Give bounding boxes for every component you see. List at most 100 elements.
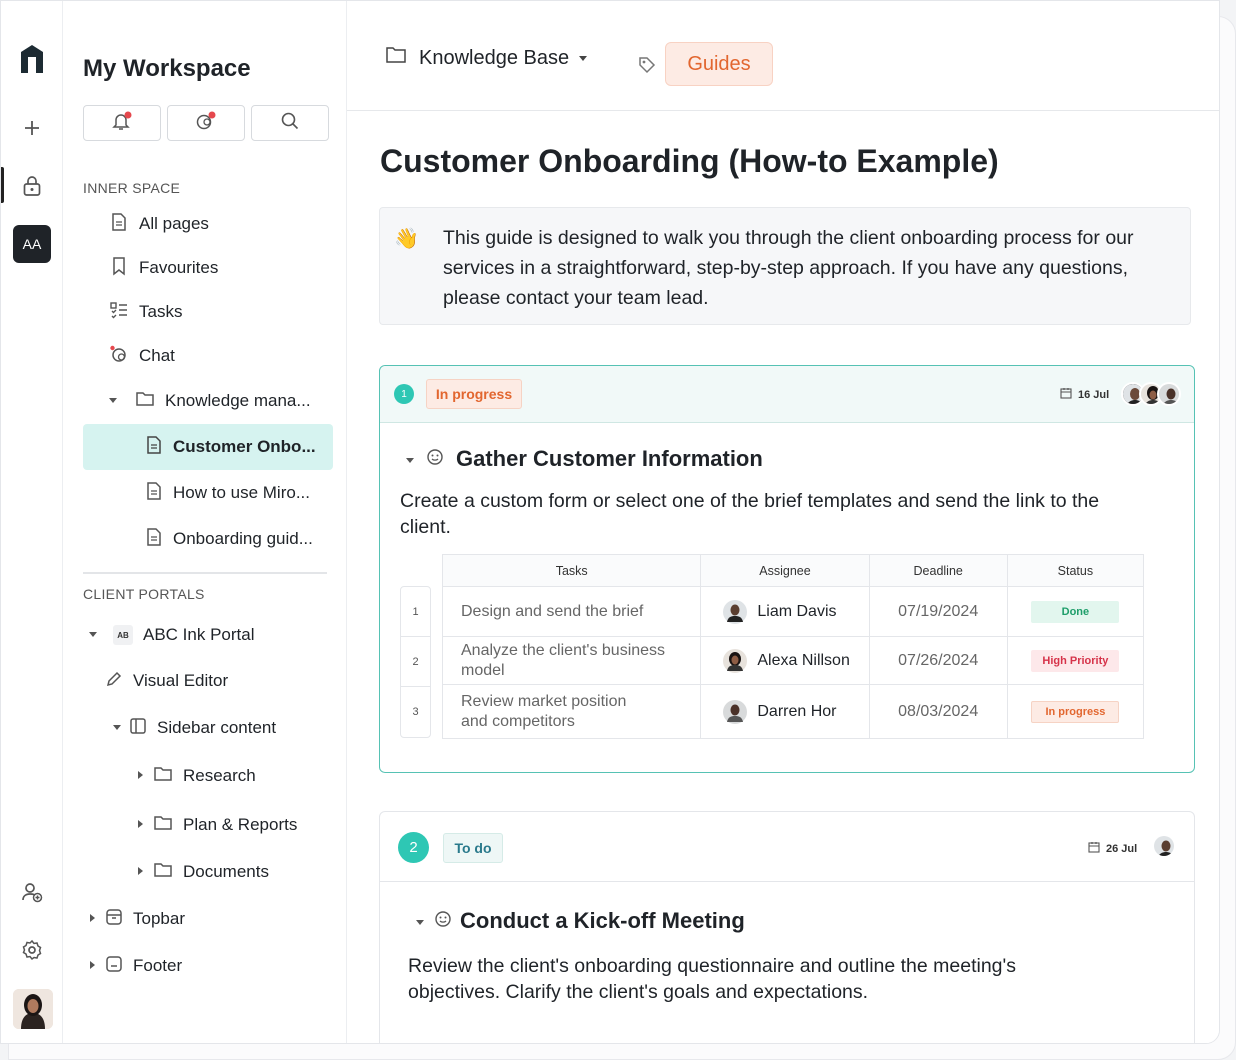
search-button[interactable] xyxy=(251,105,329,141)
status-cell[interactable]: In progress xyxy=(1006,684,1145,739)
active-indicator xyxy=(1,167,4,203)
row-number: 1 xyxy=(401,587,430,637)
nav-favourites[interactable]: Favourites xyxy=(109,250,218,286)
tree-how-to-use-miro[interactable]: How to use Miro... xyxy=(145,475,310,511)
step-card-1: 1 In progress 16 Jul Gather Customer Inf… xyxy=(379,365,1195,773)
step-description: Review the client's onboarding questionn… xyxy=(408,955,1017,1003)
portal-topbar[interactable]: Topbar xyxy=(87,901,185,937)
nav-tasks[interactable]: Tasks xyxy=(109,294,182,330)
smile-icon xyxy=(426,446,444,472)
step-description: Create a custom form or select one of th… xyxy=(400,490,1100,538)
user-initials-avatar[interactable]: AA xyxy=(13,225,51,263)
portal-label: ABC Ink Portal xyxy=(143,625,255,644)
assignee-name: Liam Davis xyxy=(757,602,837,620)
due-date[interactable]: 26 Jul xyxy=(1088,841,1137,856)
folder-icon xyxy=(135,390,155,413)
app-rail: AA xyxy=(1,1,63,1043)
table-row[interactable]: Analyze the client's business model Alex… xyxy=(441,636,1145,685)
tag-icon xyxy=(637,55,657,80)
callout-text: This guide is designed to walk you throu… xyxy=(443,227,1134,309)
caret-right-icon xyxy=(135,766,145,786)
logo-icon[interactable] xyxy=(19,43,45,80)
step-number: 2 xyxy=(398,832,429,863)
caret-down-icon xyxy=(87,625,99,645)
col-header-tasks[interactable]: Tasks xyxy=(441,554,702,587)
assignee-cell[interactable]: Darren Hor xyxy=(700,684,870,739)
tree-label: Customer Onbo... xyxy=(173,437,316,456)
calendar-icon xyxy=(1088,841,1100,856)
portal-sidebar-content[interactable]: Sidebar content xyxy=(111,710,276,746)
breadcrumb[interactable]: Knowledge Base xyxy=(385,45,589,71)
bookmark-icon xyxy=(109,256,129,281)
nav-chat[interactable]: Chat xyxy=(109,338,175,374)
caret-right-icon xyxy=(135,815,145,835)
due-date[interactable]: 16 Jul xyxy=(1060,387,1109,402)
assignee-avatar[interactable] xyxy=(1157,382,1181,406)
wave-emoji: 👋 xyxy=(394,228,419,250)
task-text: Review market position and competitors xyxy=(461,692,627,730)
due-date-label: 26 Jul xyxy=(1106,842,1138,855)
settings-icon[interactable] xyxy=(17,935,47,965)
caret-down-icon xyxy=(111,718,123,738)
col-header-status[interactable]: Status xyxy=(1006,554,1145,587)
chat-icon xyxy=(194,110,218,137)
portal-footer[interactable]: Footer xyxy=(87,948,182,984)
portal-plan-reports[interactable]: Plan & Reports xyxy=(135,807,297,843)
messages-button[interactable] xyxy=(167,105,245,141)
tree-label: Onboarding guid... xyxy=(173,529,313,548)
portal-documents[interactable]: Documents xyxy=(135,854,269,890)
plus-icon[interactable] xyxy=(17,113,47,143)
nav-label: Favourites xyxy=(139,258,219,277)
nav-all-pages[interactable]: All pages xyxy=(109,206,209,242)
section-inner-space: INNER SPACE xyxy=(83,180,181,196)
assignee-avatar[interactable] xyxy=(1152,834,1176,858)
step-title-row[interactable]: Gather Customer Information xyxy=(404,446,763,472)
task-cell[interactable]: Design and send the brief xyxy=(441,586,702,637)
task-cell[interactable]: Analyze the client's business model xyxy=(441,636,702,685)
file-icon xyxy=(145,481,163,506)
portal-visual-editor[interactable]: Visual Editor xyxy=(105,663,228,699)
status-badge[interactable]: To do xyxy=(443,833,503,863)
workspace-title: My Workspace xyxy=(83,55,251,82)
caret-down-icon xyxy=(414,908,426,934)
deadline-cell[interactable]: 07/26/2024 xyxy=(868,636,1008,685)
add-user-icon[interactable] xyxy=(17,877,47,907)
portal-item-label: Visual Editor xyxy=(133,671,229,690)
smile-icon xyxy=(434,908,452,934)
portal-research[interactable]: Research xyxy=(135,758,256,794)
tree-onboarding-guide[interactable]: Onboarding guid... xyxy=(145,521,313,557)
tree-knowledge-management[interactable]: Knowledge mana... xyxy=(107,383,311,419)
tree-customer-onboarding[interactable]: Customer Onbo... xyxy=(145,429,316,465)
notifications-button[interactable] xyxy=(83,105,161,141)
col-header-deadline[interactable]: Deadline xyxy=(868,554,1008,587)
guides-tag[interactable]: Guides xyxy=(665,42,773,86)
table-row[interactable]: Review market position and competitors D… xyxy=(441,684,1145,739)
status-badge[interactable]: In progress xyxy=(426,379,522,409)
task-cell[interactable]: Review market position and competitors xyxy=(441,684,702,739)
avatar xyxy=(723,699,748,724)
profile-avatar[interactable] xyxy=(13,989,53,1029)
step-title-row[interactable]: Conduct a Kick-off Meeting xyxy=(414,908,745,934)
portal-item-label: Plan & Reports xyxy=(183,815,298,834)
status-cell[interactable]: High Priority xyxy=(1006,636,1145,685)
status-cell[interactable]: Done xyxy=(1006,586,1145,637)
deadline-cell[interactable]: 08/03/2024 xyxy=(868,684,1008,739)
portal-abc-ink[interactable]: AB ABC Ink Portal xyxy=(87,617,255,653)
deadline-cell[interactable]: 07/19/2024 xyxy=(868,586,1008,637)
lock-icon[interactable] xyxy=(17,171,47,201)
portal-item-label: Documents xyxy=(183,862,269,881)
app-window: AA My Workspace INNER SPACE All pages Fa… xyxy=(0,0,1220,1044)
folder-icon xyxy=(153,814,173,837)
table-row[interactable]: Design and send the brief Liam Davis 07/… xyxy=(441,586,1145,637)
assignee-name: Alexa Nillson xyxy=(757,651,850,669)
nav-label: Tasks xyxy=(139,302,183,321)
portal-badge: AB xyxy=(113,625,133,645)
page-title: Customer Onboarding (How-to Example) xyxy=(380,143,999,179)
caret-right-icon xyxy=(87,956,97,976)
assignee-name: Darren Hor xyxy=(757,702,837,720)
topbar-icon xyxy=(105,908,123,931)
due-date-label: 16 Jul xyxy=(1078,388,1110,401)
assignee-cell[interactable]: Alexa Nillson xyxy=(700,636,870,685)
assignee-cell[interactable]: Liam Davis xyxy=(700,586,870,637)
col-header-assignee[interactable]: Assignee xyxy=(700,554,870,587)
